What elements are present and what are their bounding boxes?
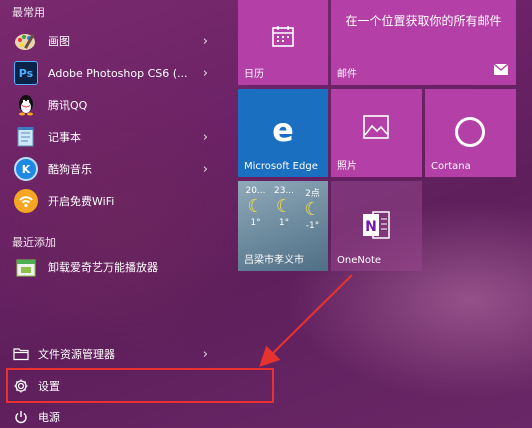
annotation-arrow — [259, 274, 353, 367]
settings-highlight-box — [6, 368, 274, 403]
